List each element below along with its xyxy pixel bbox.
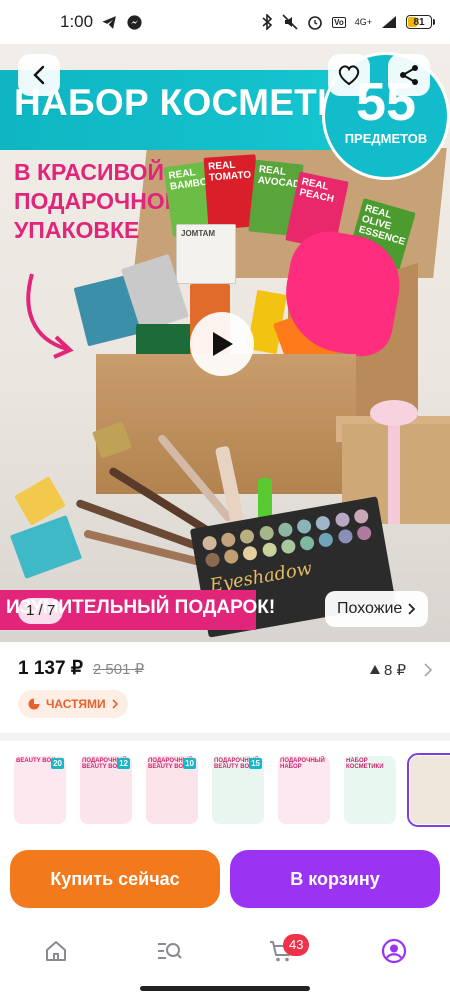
price-row: 1 137 ₽ 2 501 ₽ 8 ₽ bbox=[18, 657, 432, 685]
signal-icon bbox=[382, 16, 396, 28]
mask-pack: JOMTAM bbox=[176, 224, 236, 284]
variant-thumbnail[interactable]: BEAUTY BOX 20 bbox=[14, 756, 66, 824]
shadow-pan bbox=[242, 545, 259, 562]
status-time: 1:00 bbox=[60, 12, 94, 31]
play-icon bbox=[213, 332, 233, 356]
profile-icon bbox=[381, 938, 406, 964]
shadow-pan bbox=[201, 535, 218, 552]
status-left-icons bbox=[101, 14, 143, 31]
back-arrow-icon bbox=[33, 65, 45, 85]
buy-now-button[interactable]: Купить сейчас bbox=[10, 850, 220, 908]
status-bar: 1:00 Vo 4G+ 81 bbox=[0, 0, 450, 44]
tab-catalog[interactable] bbox=[139, 926, 199, 976]
price-history[interactable]: 8 ₽ bbox=[369, 661, 432, 679]
chevron-right-icon bbox=[112, 699, 118, 709]
pie-chart-icon bbox=[28, 698, 40, 710]
volte-icon: Vo bbox=[332, 16, 346, 28]
messenger-icon bbox=[127, 14, 142, 30]
shadow-pan bbox=[299, 535, 316, 552]
shadow-pan bbox=[352, 508, 370, 525]
shadow-pan bbox=[204, 551, 221, 568]
share-button[interactable] bbox=[388, 54, 430, 96]
variant-selector: BEAUTY BOX 20 ПОДАРОЧНЫЙ BEAUTY BOX 12 П… bbox=[14, 753, 450, 828]
variant-count: 12 bbox=[117, 758, 130, 769]
shadow-pan bbox=[220, 531, 237, 548]
price-up-icon bbox=[369, 665, 380, 674]
shadow-pan bbox=[239, 528, 256, 545]
variant-count: 15 bbox=[249, 758, 262, 769]
shadow-pan bbox=[296, 518, 313, 535]
play-video-button[interactable] bbox=[190, 312, 254, 376]
price-old: 2 501 ₽ bbox=[92, 661, 145, 678]
variant-thumbnail[interactable]: ПОДАРОЧНЫЙ НАБОР bbox=[278, 756, 330, 824]
shadow-pan bbox=[318, 531, 335, 548]
gesture-bar bbox=[140, 986, 310, 991]
variant-count: 10 bbox=[183, 758, 196, 769]
status-right-icons: Vo 4G+ 81 bbox=[261, 14, 435, 30]
back-button[interactable] bbox=[18, 54, 60, 96]
tea-bag bbox=[9, 515, 83, 579]
shadow-pan bbox=[280, 538, 297, 555]
curved-arrow-icon bbox=[26, 273, 74, 359]
favorite-button[interactable] bbox=[328, 54, 370, 96]
bluetooth-icon bbox=[262, 14, 273, 30]
variant-label: ПОДАРОЧНЫЙ НАБОР bbox=[280, 758, 325, 770]
silent-icon bbox=[282, 14, 298, 30]
tab-home[interactable] bbox=[26, 926, 86, 976]
variant-thumbnail[interactable]: НАБОР КОСМЕТИКИ bbox=[344, 756, 396, 824]
shadow-pan bbox=[258, 525, 275, 542]
battery-icon: 81 bbox=[406, 15, 435, 29]
variant-thumbnail[interactable]: ПОДАРОЧНЫЙ BEAUTY BOX 15 bbox=[212, 756, 264, 824]
shadow-pan bbox=[261, 541, 278, 558]
shadow-pan bbox=[277, 521, 294, 538]
price-change-value: 8 ₽ bbox=[383, 661, 406, 679]
image-counter: 1 / 7 bbox=[18, 598, 64, 624]
section-divider bbox=[0, 733, 450, 741]
network-label: 4G+ bbox=[354, 17, 372, 27]
gift-bow bbox=[370, 400, 418, 426]
catalog-search-icon bbox=[157, 943, 182, 959]
product-screen: 1:00 Vo 4G+ 81 НАБОР КОСМЕТИКИ 55 ПРЕДМЕ… bbox=[0, 0, 450, 1000]
share-icon bbox=[400, 65, 418, 85]
shadow-pan bbox=[336, 528, 354, 545]
variant-thumbnail[interactable]: ПОДАРОЧНЫЙ BEAUTY BOX 12 bbox=[80, 756, 132, 824]
shadow-pan bbox=[333, 511, 351, 528]
variant-label: НАБОР КОСМЕТИКИ bbox=[346, 758, 384, 770]
shadow-pan bbox=[223, 548, 240, 565]
variant-label: BEAUTY BOX bbox=[16, 758, 56, 764]
battery-level: 81 bbox=[413, 16, 425, 28]
variant-thumbnail[interactable]: ПОДАРОЧНЫЙ BEAUTY BOX 10 bbox=[146, 756, 198, 824]
add-to-cart-button[interactable]: В корзину bbox=[230, 850, 440, 908]
installments-badge[interactable]: ЧАСТЯМИ bbox=[18, 690, 128, 718]
price-current: 1 137 ₽ bbox=[18, 658, 83, 679]
tab-profile[interactable] bbox=[364, 926, 424, 976]
gift-ribbon bbox=[388, 416, 400, 524]
similar-label: Похожие bbox=[337, 600, 403, 617]
variant-count: 20 bbox=[51, 758, 64, 769]
item-count-label: ПРЕДМЕТОВ bbox=[344, 131, 428, 146]
variant-thumbnail-selected[interactable] bbox=[407, 753, 450, 827]
tab-cart[interactable]: 43 bbox=[251, 926, 311, 976]
chevron-right-icon bbox=[408, 603, 416, 615]
shadow-pan bbox=[355, 525, 373, 542]
home-icon bbox=[46, 941, 67, 961]
bottom-tab-bar: 43 bbox=[0, 920, 450, 982]
similar-button[interactable]: Похожие bbox=[325, 591, 429, 627]
telegram-icon bbox=[102, 15, 116, 29]
shadow-pan bbox=[315, 514, 332, 532]
heart-icon bbox=[338, 65, 360, 86]
installments-label: ЧАСТЯМИ bbox=[46, 697, 106, 711]
product-image-gallery[interactable]: НАБОР КОСМЕТИКИ 55 ПРЕДМЕТОВ В КРАСИВОЙ … bbox=[0, 44, 450, 642]
alarm-icon bbox=[308, 16, 322, 30]
cart-count-badge: 43 bbox=[283, 934, 310, 956]
chevron-right-icon bbox=[424, 662, 432, 677]
